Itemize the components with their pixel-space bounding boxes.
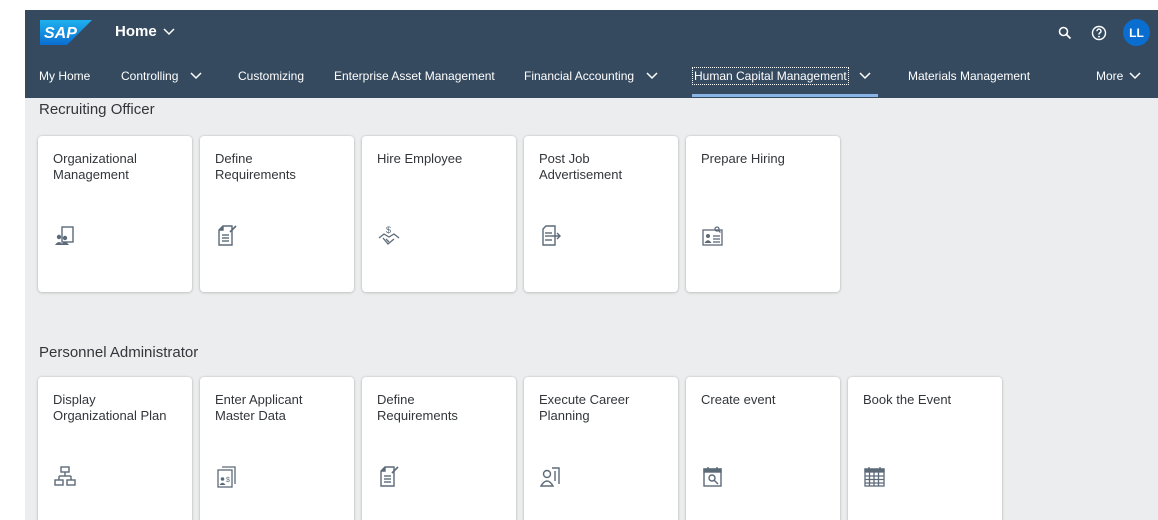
svg-text:$: $ <box>386 225 391 235</box>
document-post-icon <box>539 224 563 248</box>
document-edit-icon <box>377 465 401 489</box>
section-title: Recruiting Officer <box>39 101 155 118</box>
tile-title: Enter Applicant Master Data <box>215 392 303 423</box>
tile-title: Define Requirements <box>377 392 458 423</box>
chevron-down-icon <box>859 72 871 80</box>
tile-display-organizational-plan[interactable]: Display Organizational Plan <box>38 377 192 520</box>
more-menu-button[interactable]: More <box>1096 54 1141 98</box>
nav-item-customizing[interactable]: Customizing <box>238 54 304 98</box>
tile-title: Create event <box>701 392 776 407</box>
svg-text:$: $ <box>226 477 230 484</box>
active-tab-indicator <box>692 94 878 97</box>
chevron-down-icon <box>1129 72 1141 80</box>
launchpad-shell: SAP Home LL My Home Controlling Customiz… <box>25 10 1158 520</box>
tile-organizational-management[interactable]: Organizational Management <box>38 136 192 292</box>
tile-enter-applicant-master-data[interactable]: Enter Applicant Master Data $ <box>200 377 354 520</box>
tile-title: Define Requirements <box>215 151 296 182</box>
svg-text:SAP: SAP <box>44 25 77 42</box>
nav-item-materials-management[interactable]: Materials Management <box>908 54 1030 98</box>
tile-define-requirements-2[interactable]: Define Requirements <box>362 377 516 520</box>
shell-header: SAP Home LL <box>25 10 1158 54</box>
home-menu-button[interactable]: Home <box>115 23 175 40</box>
org-chart-icon <box>53 465 77 489</box>
tile-title: Prepare Hiring <box>701 151 785 166</box>
org-people-icon <box>53 224 77 248</box>
nav-item-controlling[interactable]: Controlling <box>121 54 202 98</box>
nav-item-enterprise-asset-management[interactable]: Enterprise Asset Management <box>334 54 495 98</box>
tile-execute-career-planning[interactable]: Execute Career Planning <box>524 377 678 520</box>
tile-title: Display Organizational Plan <box>53 392 167 423</box>
tile-title: Book the Event <box>863 392 952 407</box>
tile-create-event[interactable]: Create event <box>686 377 840 520</box>
tile-post-job-advertisement[interactable]: Post Job Advertisement <box>524 136 678 292</box>
space-navigation-bar: My Home Controlling Customizing Enterpri… <box>25 54 1158 98</box>
career-planning-icon <box>539 465 563 489</box>
document-edit-icon <box>215 224 239 248</box>
tile-title: Execute Career Planning <box>539 392 630 423</box>
tile-title: Hire Employee <box>377 151 463 166</box>
calendar-grid-icon <box>863 465 887 489</box>
person-card-search-icon <box>701 224 725 248</box>
chevron-down-icon <box>646 72 658 80</box>
home-title: Home <box>115 23 157 40</box>
nav-item-human-capital-management[interactable]: Human Capital Management <box>692 54 871 98</box>
hire-handshake-icon: $ <box>377 224 401 248</box>
tile-title: Organizational Management <box>53 151 137 182</box>
nav-item-my-home[interactable]: My Home <box>39 54 90 98</box>
tile-prepare-hiring[interactable]: Prepare Hiring <box>686 136 840 292</box>
tile-define-requirements[interactable]: Define Requirements <box>200 136 354 292</box>
user-avatar[interactable]: LL <box>1123 19 1150 46</box>
tile-hire-employee[interactable]: Hire Employee $ <box>362 136 516 292</box>
tile-book-the-event[interactable]: Book the Event <box>848 377 1002 520</box>
help-icon[interactable] <box>1089 23 1109 43</box>
search-icon[interactable] <box>1055 23 1075 43</box>
applicant-data-icon: $ <box>215 465 239 489</box>
section-title: Personnel Administrator <box>39 344 199 361</box>
nav-item-financial-accounting[interactable]: Financial Accounting <box>524 54 658 98</box>
calendar-search-icon <box>701 465 725 489</box>
tile-title: Post Job Advertisement <box>539 151 623 182</box>
chevron-down-icon <box>190 72 202 80</box>
sap-logo[interactable]: SAP <box>40 20 92 45</box>
chevron-down-icon <box>163 27 175 36</box>
